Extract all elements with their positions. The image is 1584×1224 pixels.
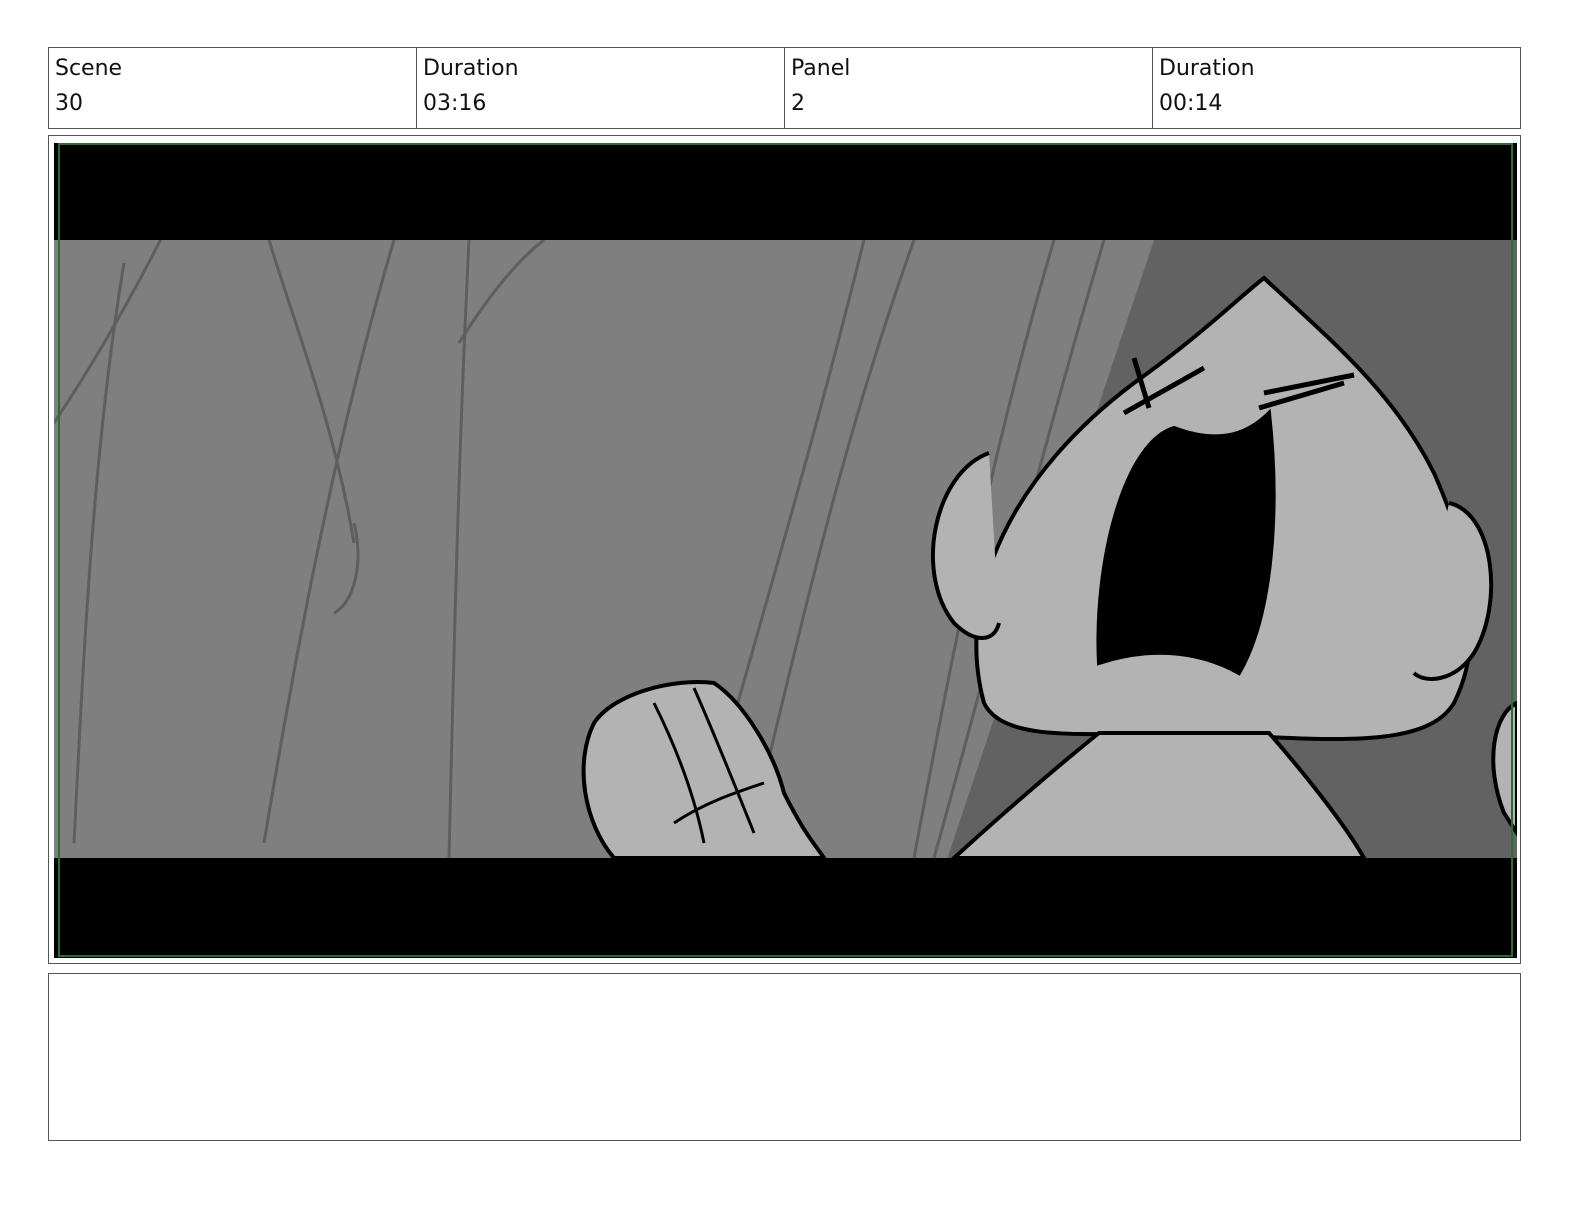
panel-notes-box[interactable]	[48, 973, 1521, 1141]
scene-label: Scene	[55, 56, 123, 81]
scene-cell: Scene 30	[49, 48, 417, 128]
panel-duration-label: Duration	[1159, 56, 1255, 81]
scene-duration-label: Duration	[423, 56, 519, 81]
storyboard-frame	[48, 135, 1521, 964]
scene-duration-cell: Duration 03:16	[417, 48, 785, 128]
storyboard-sketch	[54, 143, 1517, 958]
letterbox-bottom	[54, 858, 1517, 958]
panel-cell: Panel 2	[785, 48, 1153, 128]
panel-duration-value: 00:14	[1159, 91, 1223, 116]
panel-duration-cell: Duration 00:14	[1153, 48, 1520, 128]
panel-label: Panel	[791, 56, 851, 81]
panel-info-header: Scene 30 Duration 03:16 Panel 2 Duration…	[48, 47, 1521, 129]
panel-value: 2	[791, 91, 805, 116]
letterbox-top	[54, 143, 1517, 240]
scene-duration-value: 03:16	[423, 91, 487, 116]
scene-value: 30	[55, 91, 83, 116]
